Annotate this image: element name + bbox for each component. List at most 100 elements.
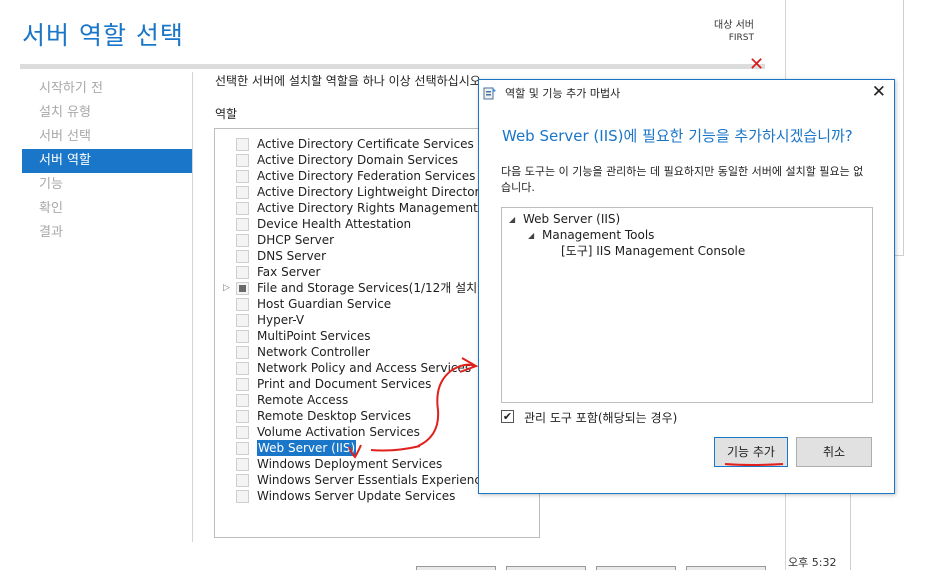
role-checkbox[interactable]: [236, 346, 249, 359]
nav-step-before-you-begin[interactable]: 시작하기 전: [22, 77, 192, 101]
role-checkbox[interactable]: [236, 490, 249, 503]
role-list-item[interactable]: Print and Document Services: [215, 376, 515, 392]
role-checkbox[interactable]: [236, 410, 249, 423]
role-list-item[interactable]: Active Directory Lightweight Directory S…: [215, 184, 541, 200]
role-label: Remote Desktop Services: [257, 409, 412, 423]
destination-server-name: FIRST: [728, 33, 754, 43]
role-label: Print and Document Services: [257, 377, 432, 391]
role-list-item[interactable]: Windows Server Update Services: [215, 488, 515, 504]
footer-button-next[interactable]: [506, 566, 586, 570]
destination-server-label: 대상 서버: [714, 20, 754, 31]
role-checkbox[interactable]: [236, 458, 249, 471]
wizard-footer-buttons: [410, 566, 770, 570]
role-list-item[interactable]: Remote Access: [215, 392, 515, 408]
footer-button-previous[interactable]: [416, 566, 496, 570]
role-checkbox[interactable]: [236, 154, 249, 167]
role-checkbox[interactable]: [236, 138, 249, 151]
expand-arrow-icon[interactable]: ▷: [223, 280, 230, 296]
role-checkbox[interactable]: [236, 474, 249, 487]
tree-item-web-server: Web Server (IIS): [523, 212, 621, 226]
nav-divider: [192, 72, 193, 542]
role-label: Fax Server: [257, 265, 321, 279]
page-title: 서버 역할 선택: [22, 21, 184, 50]
role-list-item[interactable]: DNS Server: [215, 248, 515, 264]
nav-step-results[interactable]: 결과: [22, 221, 192, 245]
role-label: Device Health Attestation: [257, 217, 412, 231]
role-checkbox[interactable]: [236, 362, 249, 375]
role-checkbox[interactable]: [236, 234, 249, 247]
role-checkbox[interactable]: [236, 266, 249, 279]
close-wizard-icon[interactable]: ✕: [749, 54, 764, 75]
role-checkbox[interactable]: [236, 298, 249, 311]
taskbar-clock: 오후 5:32: [788, 556, 837, 569]
nav-step-server-roles[interactable]: 서버 역할: [22, 149, 192, 173]
role-list-item[interactable]: Web Server (IIS): [215, 440, 515, 456]
role-checkbox[interactable]: [236, 442, 249, 455]
role-checkbox[interactable]: [236, 202, 249, 215]
role-label: MultiPoint Services: [257, 329, 371, 343]
role-label: Active Directory Domain Services: [257, 153, 459, 167]
role-list-item[interactable]: Active Directory Domain Services: [215, 152, 515, 168]
role-checkbox[interactable]: [236, 250, 249, 263]
role-checkbox[interactable]: [236, 378, 249, 391]
nav-step-installation-type[interactable]: 설치 유형: [22, 101, 192, 125]
add-features-button[interactable]: 기능 추가: [714, 437, 788, 467]
role-label: DNS Server: [257, 249, 326, 263]
role-label: DHCP Server: [257, 233, 335, 247]
role-checkbox[interactable]: [236, 170, 249, 183]
role-list-item[interactable]: Windows Deployment Services: [215, 456, 515, 472]
role-list-item[interactable]: Remote Desktop Services: [215, 408, 515, 424]
cancel-button[interactable]: 취소: [796, 437, 872, 467]
footer-button-install[interactable]: [596, 566, 676, 570]
roles-instruction: 선택한 서버에 설치할 역할을 하나 이상 선택하십시오.: [215, 74, 485, 88]
tree-item-iis-console: [도구] IIS Management Console: [561, 244, 746, 258]
dialog-titlebar: 역할 및 기능 추가 마법사 ✕: [479, 80, 894, 106]
role-checkbox[interactable]: [236, 394, 249, 407]
add-features-dialog: 역할 및 기능 추가 마법사 ✕ Web Server (IIS)에 필요한 기…: [478, 79, 895, 494]
wizard-app-icon: [483, 87, 496, 100]
include-tools-checkbox[interactable]: ✔: [501, 410, 514, 423]
header-divider: [20, 64, 765, 69]
expand-arrow-icon[interactable]: ◢: [528, 231, 534, 240]
role-label: Windows Server Update Services: [257, 489, 456, 503]
role-label: Web Server (IIS): [257, 440, 357, 456]
role-checkbox[interactable]: [236, 186, 249, 199]
role-list-item[interactable]: Network Policy and Access Services: [215, 360, 515, 376]
nav-step-features[interactable]: 기능: [22, 173, 192, 197]
nav-step-server-selection[interactable]: 서버 선택: [22, 125, 192, 149]
role-label: File and Storage Services(1/12개 설치됨): [257, 281, 493, 295]
role-list-item[interactable]: Volume Activation Services: [215, 424, 515, 440]
role-checkbox[interactable]: [236, 330, 249, 343]
role-list-item[interactable]: Windows Server Essentials Experience: [215, 472, 515, 488]
role-list-item[interactable]: Hyper-V: [215, 312, 515, 328]
role-list-item[interactable]: Active Directory Rights Management Servi…: [215, 200, 532, 216]
include-tools-label: 관리 도구 포함(해당되는 경우): [524, 411, 678, 425]
role-list-item[interactable]: Fax Server: [215, 264, 515, 280]
role-label: Windows Server Essentials Experience: [257, 473, 489, 487]
role-list-item[interactable]: DHCP Server: [215, 232, 515, 248]
footer-button-cancel[interactable]: [686, 566, 766, 570]
role-label: Active Directory Certificate Services: [257, 137, 474, 151]
role-checkbox[interactable]: [236, 426, 249, 439]
role-list-item[interactable]: Device Health Attestation: [215, 216, 515, 232]
role-list-item[interactable]: ▷ File and Storage Services(1/12개 설치됨): [215, 280, 515, 296]
dialog-description: 다음 도구는 이 기능을 관리하는 데 필요하지만 동일한 서버에 설치할 필요…: [501, 165, 864, 194]
role-label: Remote Access: [257, 393, 349, 407]
role-label: Hyper-V: [257, 313, 305, 327]
role-checkbox[interactable]: [236, 282, 249, 295]
role-checkbox[interactable]: [236, 314, 249, 327]
role-checkbox[interactable]: [236, 218, 249, 231]
role-list-item[interactable]: Active Directory Federation Services: [215, 168, 515, 184]
dialog-title: 역할 및 기능 추가 마법사: [505, 87, 621, 100]
close-icon[interactable]: ✕: [872, 82, 886, 102]
role-list-item[interactable]: MultiPoint Services: [215, 328, 515, 344]
expand-arrow-icon[interactable]: ◢: [509, 215, 515, 224]
role-list-item[interactable]: Host Guardian Service: [215, 296, 515, 312]
required-features-tree: ◢ Web Server (IIS) ◢ Management Tools [도…: [501, 207, 873, 403]
tree-item-management-tools: Management Tools: [542, 228, 655, 242]
check-icon: ✔: [502, 410, 513, 423]
role-list-item[interactable]: Active Directory Certificate Services: [215, 136, 515, 152]
nav-step-confirmation[interactable]: 확인: [22, 197, 192, 221]
role-list-item[interactable]: Network Controller: [215, 344, 515, 360]
role-label: Volume Activation Services: [257, 425, 420, 439]
